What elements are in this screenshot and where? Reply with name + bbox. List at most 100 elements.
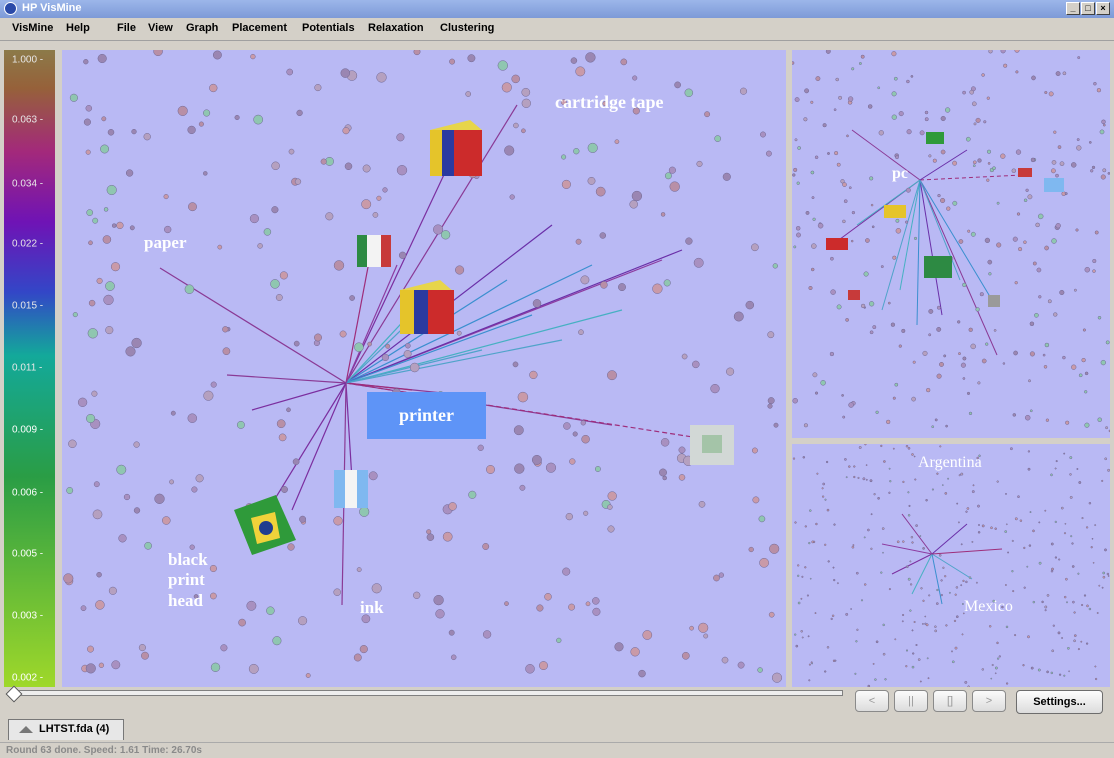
graph-node[interactable]	[902, 540, 905, 543]
graph-node[interactable]	[333, 588, 341, 596]
graph-node[interactable]	[888, 467, 891, 470]
graph-node[interactable]	[678, 474, 686, 481]
graph-node[interactable]	[456, 330, 462, 336]
graph-node[interactable]	[580, 275, 590, 285]
graph-node[interactable]	[1084, 266, 1091, 273]
graph-node[interactable]	[1024, 414, 1031, 421]
graph-node[interactable]	[271, 206, 279, 214]
graph-node[interactable]	[1023, 240, 1027, 244]
graph-node[interactable]	[940, 149, 946, 155]
graph-node[interactable]	[1037, 668, 1041, 672]
graph-node[interactable]	[696, 160, 703, 167]
graph-node[interactable]	[87, 328, 98, 339]
graph-node[interactable]	[833, 578, 836, 582]
graph-node[interactable]	[314, 333, 322, 342]
graph-node[interactable]	[800, 597, 803, 600]
graph-node[interactable]	[1038, 561, 1042, 565]
minimize-button[interactable]: _	[1066, 2, 1080, 15]
graph-node[interactable]	[1073, 639, 1076, 643]
graph-node[interactable]	[882, 551, 884, 554]
graph-node[interactable]	[664, 172, 672, 180]
graph-node[interactable]	[891, 91, 897, 97]
graph-node[interactable]	[704, 111, 711, 118]
graph-node[interactable]	[575, 238, 582, 245]
menu-relaxation[interactable]: Relaxation	[368, 22, 424, 34]
graph-node[interactable]	[845, 318, 849, 322]
graph-node[interactable]	[810, 267, 815, 272]
graph-node[interactable]	[1102, 123, 1106, 127]
graph-node[interactable]	[630, 647, 640, 657]
graph-node[interactable]	[131, 337, 142, 349]
graph-node[interactable]	[111, 660, 121, 670]
graph-node[interactable]	[106, 184, 117, 196]
menu-clustering[interactable]: Clustering	[440, 22, 494, 34]
graph-node[interactable]	[796, 232, 801, 238]
graph-node[interactable]	[1069, 495, 1073, 499]
graph-node[interactable]	[1011, 539, 1014, 542]
graph-node[interactable]	[684, 88, 694, 98]
graph-node[interactable]	[800, 630, 803, 633]
graph-node[interactable]	[814, 155, 819, 160]
graph-node[interactable]	[1070, 535, 1073, 538]
graph-node[interactable]	[1057, 631, 1061, 635]
graph-node[interactable]	[692, 360, 700, 369]
graph-node[interactable]	[809, 509, 812, 512]
graph-node[interactable]	[246, 600, 257, 611]
graph-node[interactable]	[1059, 161, 1065, 167]
graph-node[interactable]	[714, 135, 722, 142]
graph-node[interactable]	[563, 422, 571, 430]
graph-node[interactable]	[68, 439, 77, 449]
graph-node[interactable]	[977, 158, 982, 163]
graph-node[interactable]	[92, 217, 99, 224]
graph-node[interactable]	[869, 479, 873, 483]
graph-node[interactable]	[951, 660, 955, 664]
graph-node[interactable]	[250, 53, 256, 60]
graph-node[interactable]	[344, 162, 353, 171]
graph-node[interactable]	[578, 329, 584, 336]
graph-node[interactable]	[913, 620, 916, 624]
graph-node[interactable]	[962, 377, 966, 380]
graph-node[interactable]	[792, 397, 798, 404]
graph-node[interactable]	[569, 458, 576, 465]
graph-node[interactable]	[931, 488, 934, 491]
graph-node[interactable]	[442, 531, 453, 542]
graph-node[interactable]	[748, 546, 754, 553]
graph-node[interactable]	[940, 115, 946, 122]
graph-node[interactable]	[808, 285, 813, 291]
graph-node[interactable]	[198, 121, 204, 127]
graph-node[interactable]	[824, 543, 827, 546]
graph-node[interactable]	[607, 491, 617, 501]
graph-node[interactable]	[63, 573, 74, 584]
graph-node[interactable]	[1005, 492, 1007, 495]
graph-node[interactable]	[907, 514, 911, 517]
graph-node[interactable]	[718, 572, 725, 578]
graph-node[interactable]	[962, 90, 966, 95]
graph-node[interactable]	[801, 636, 804, 639]
graph-node[interactable]	[1014, 517, 1018, 521]
graph-node[interactable]	[320, 158, 327, 165]
graph-node[interactable]	[1073, 288, 1077, 292]
graph-node[interactable]	[521, 87, 531, 97]
graph-node[interactable]	[413, 50, 421, 56]
graph-node[interactable]	[1067, 646, 1070, 650]
graph-node[interactable]	[888, 588, 891, 591]
graph-node[interactable]	[376, 72, 387, 83]
graph-node[interactable]	[991, 663, 994, 667]
graph-node[interactable]	[413, 591, 421, 599]
graph-node[interactable]	[514, 463, 525, 474]
graph-node[interactable]	[652, 283, 663, 294]
graph-node[interactable]	[1081, 517, 1084, 520]
graph-node[interactable]	[482, 630, 492, 639]
graph-node[interactable]	[975, 581, 978, 584]
graph-node[interactable]	[814, 391, 819, 395]
graph-node[interactable]	[381, 353, 390, 362]
graph-node[interactable]	[958, 474, 961, 477]
graph-node[interactable]	[886, 419, 891, 425]
graph-node[interactable]	[940, 579, 943, 582]
graph-node[interactable]	[1094, 677, 1098, 681]
graph-node[interactable]	[1100, 359, 1106, 366]
graph-node[interactable]	[354, 342, 364, 352]
graph-node[interactable]	[936, 472, 939, 475]
graph-node[interactable]	[294, 178, 302, 185]
graph-node[interactable]	[994, 672, 997, 675]
